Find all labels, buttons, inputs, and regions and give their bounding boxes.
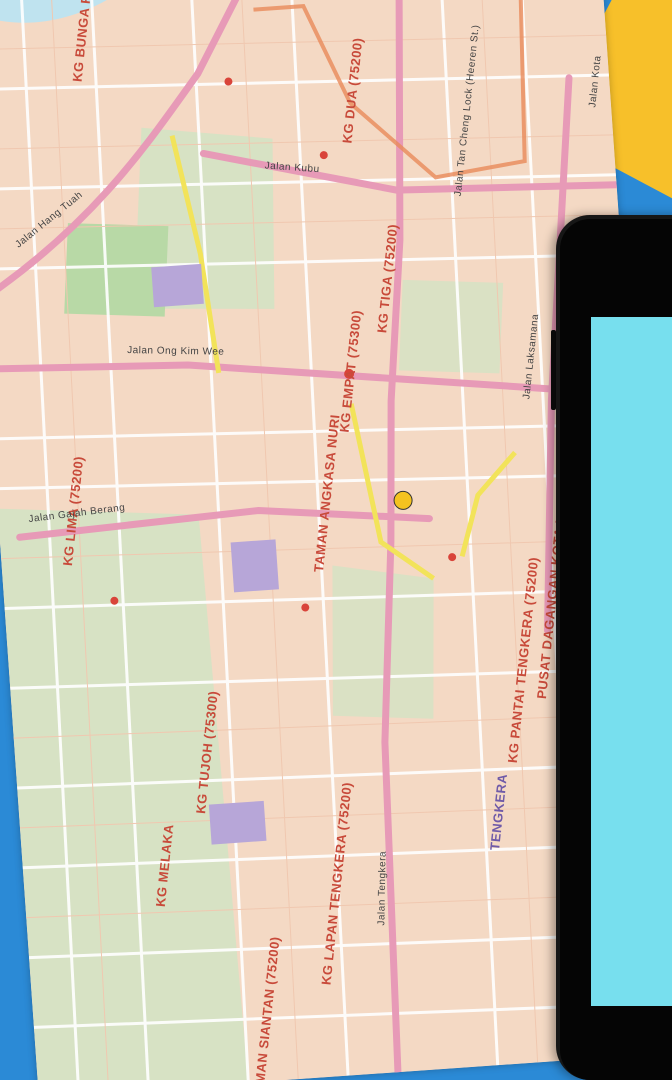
phone-bezel — [560, 219, 672, 1080]
road-label-tengkera: Jalan Tengkera — [376, 850, 389, 926]
photo-scene: KG BUNGA RAYA (75100) KG DUA (75200) KG … — [0, 0, 672, 1080]
smartphone — [556, 215, 672, 1080]
road-label-ong-kim-wee: Jalan Ong Kim Wee — [127, 345, 225, 358]
phone-screen — [591, 317, 672, 1006]
